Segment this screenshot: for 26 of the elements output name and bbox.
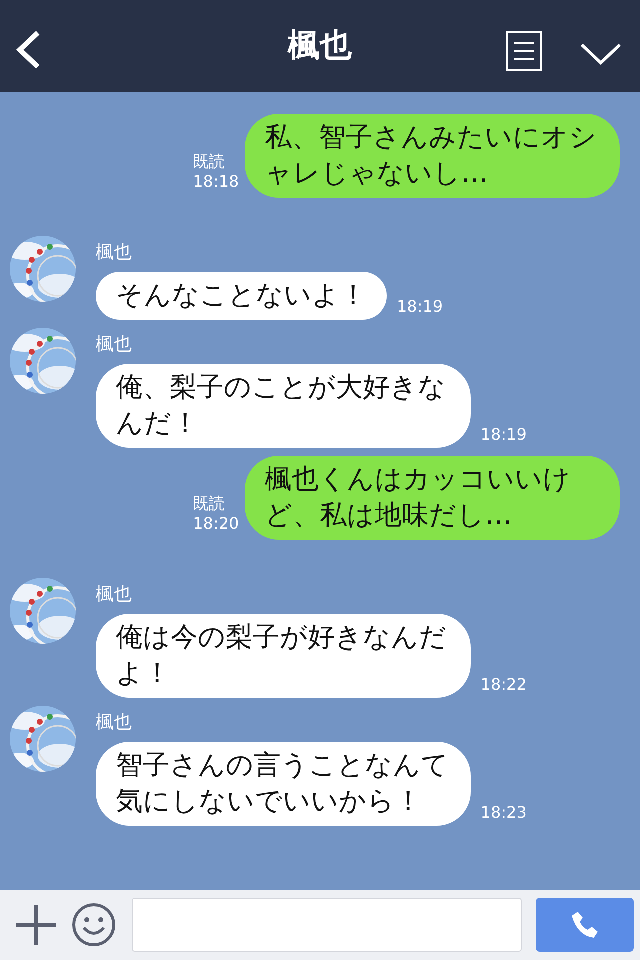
sender-name: 楓也: [96, 333, 133, 356]
received-message: 俺、梨子のことが大好きなんだ！: [96, 364, 471, 448]
received-message: そんなことないよ！: [96, 272, 387, 320]
message-time: 18:22: [480, 675, 527, 694]
sender-name: 楓也: [96, 583, 133, 606]
read-receipt: 既読: [193, 494, 226, 514]
phone-icon: [570, 910, 600, 940]
sent-message: 私、智子さんみたいにオシャレじゃないし…: [245, 114, 620, 198]
message-time: 18:20: [193, 514, 240, 534]
message-time: 18:23: [480, 803, 527, 822]
smiley-icon[interactable]: [72, 903, 116, 947]
sender-name: 楓也: [96, 241, 133, 264]
message-time: 18:19: [480, 425, 527, 444]
call-button[interactable]: [536, 898, 634, 952]
read-receipt: 既読: [193, 152, 226, 172]
menu-icon[interactable]: [506, 31, 542, 71]
received-message: 智子さんの言うことなんて気にしないでいいから！: [96, 742, 471, 826]
chevron-down-icon[interactable]: [580, 42, 622, 66]
message-input[interactable]: [132, 898, 522, 952]
plus-icon[interactable]: [14, 903, 58, 947]
message-time: 18:19: [397, 297, 444, 316]
chat-title: 楓也: [288, 25, 352, 66]
sent-message: 楓也くんはカッコいいけど、私は地味だし…: [245, 456, 620, 540]
sender-name: 楓也: [96, 711, 133, 734]
received-message: 俺は今の梨子が好きなんだよ！: [96, 614, 471, 698]
message-time: 18:18: [193, 172, 240, 192]
